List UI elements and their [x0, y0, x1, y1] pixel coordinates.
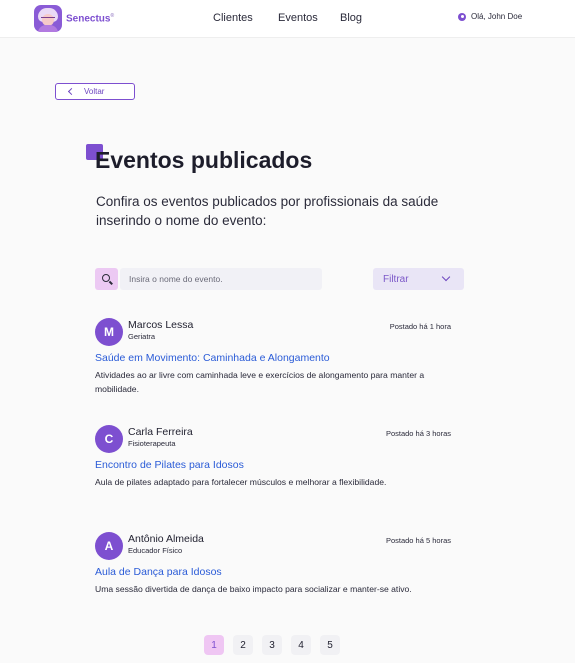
page-button-3[interactable]: 3	[262, 635, 282, 655]
event-posted-time: Postado há 5 horas	[385, 536, 451, 545]
event-card: M Marcos Lessa Geriatra Postado há 1 hor…	[95, 318, 455, 408]
avatar: M	[95, 318, 123, 346]
search-bar	[95, 268, 322, 290]
gear-icon	[458, 12, 466, 21]
event-card: C Carla Ferreira Fisioterapeuta Postado …	[95, 425, 455, 515]
event-posted-time: Postado há 3 horas	[385, 429, 451, 438]
pagination: 1 2 3 4 5	[204, 635, 349, 655]
search-icon	[101, 274, 110, 282]
page-button-5[interactable]: 5	[320, 635, 340, 655]
event-title-link[interactable]: Aula de Dança para Idosos	[95, 566, 222, 578]
event-author-role: Geriatra	[128, 332, 156, 341]
user-menu[interactable]: Olá, John Doe	[458, 12, 522, 21]
event-author: Carla Ferreira	[128, 426, 193, 438]
nav-link-blog[interactable]: Blog	[340, 12, 362, 24]
nav-link-eventos[interactable]: Eventos	[278, 12, 318, 24]
chevron-down-icon	[441, 272, 451, 282]
event-author: Marcos Lessa	[128, 319, 194, 331]
avatar: C	[95, 425, 123, 453]
user-greeting: Olá, John Doe	[471, 12, 523, 21]
event-description: Atividades ao ar livre com caminhada lev…	[95, 370, 425, 394]
brand-name: Senectus®	[66, 12, 115, 25]
page-title: Eventos publicados	[95, 147, 313, 173]
event-author-role: Educador Físico	[128, 546, 183, 555]
search-button[interactable]	[95, 268, 118, 290]
grandma-avatar-icon	[34, 5, 62, 32]
event-description: Uma sessão divertida de dança de baixo i…	[95, 584, 412, 594]
event-title-link[interactable]: Saúde em Movimento: Caminhada e Alongame…	[95, 352, 330, 364]
page-button-2[interactable]: 2	[233, 635, 253, 655]
event-title-link[interactable]: Encontro de Pilates para Idosos	[95, 459, 244, 471]
event-card: A Antônio Almeida Educador Físico Postad…	[95, 532, 455, 622]
chevron-left-icon	[67, 87, 76, 96]
event-author-role: Fisioterapeuta	[128, 439, 176, 448]
page-description: Confira os eventos publicados por profis…	[96, 194, 439, 228]
back-button-label: Voltar	[84, 87, 105, 96]
back-button[interactable]: Voltar	[55, 83, 135, 100]
event-posted-time: Postado há 1 hora	[389, 322, 451, 331]
brand-logo[interactable]: Senectus®	[34, 5, 114, 32]
event-description: Aula de pilates adaptado para fortalecer…	[95, 477, 387, 487]
filter-dropdown[interactable]: Filtrar	[373, 268, 464, 290]
search-input[interactable]	[120, 268, 322, 290]
top-navbar: Senectus® Clientes Eventos Blog Olá, Joh…	[0, 0, 575, 38]
event-author: Antônio Almeida	[128, 533, 204, 545]
page-button-1[interactable]: 1	[204, 635, 224, 655]
page-button-4[interactable]: 4	[291, 635, 311, 655]
nav-link-clientes[interactable]: Clientes	[213, 12, 253, 24]
avatar: A	[95, 532, 123, 560]
filter-label: Filtrar	[383, 273, 409, 285]
